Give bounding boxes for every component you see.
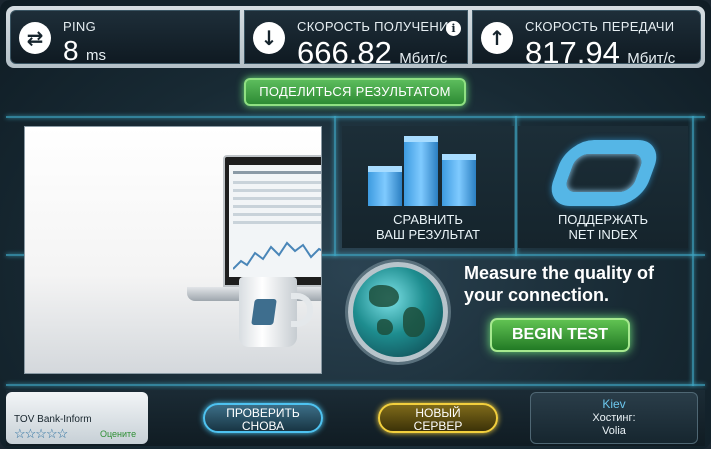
globe-land [403, 307, 425, 337]
stock-chart-graphic [233, 241, 321, 270]
bar-graphic [368, 166, 402, 206]
grid-line [515, 116, 517, 256]
exchange-arrows-icon: ⇄ [19, 22, 51, 54]
upload-arrow-icon: ↑ [481, 22, 513, 54]
globe-icon[interactable] [348, 262, 448, 362]
ping-label: PING [63, 19, 96, 34]
new-server-line2: СЕРВЕР [413, 419, 463, 433]
rating-stars-icon[interactable]: ☆☆☆☆☆ [14, 426, 68, 442]
download-number: 666.82 [297, 35, 392, 70]
upload-panel: ↑ СКОРОСТЬ ПЕРЕДАЧИ 817.94 Мбит/с [472, 10, 701, 70]
upload-label: СКОРОСТЬ ПЕРЕДАЧИ [525, 19, 675, 34]
screen-row [233, 189, 321, 192]
isp-panel: TOV Bank-Inform ☆☆☆☆☆ Оцените [6, 392, 148, 444]
compare-line1: СРАВНИТЬ [393, 212, 463, 227]
download-arrow-icon: ↓ [253, 22, 285, 54]
rate-link[interactable]: Оцените [100, 429, 136, 439]
compare-line2: ВАШ РЕЗУЛЬТАТ [376, 227, 480, 242]
promo-line2: your connection. [464, 285, 610, 305]
net-index-loop-icon [543, 140, 665, 206]
ping-number: 8 [63, 35, 79, 66]
promo-text: Measure the quality of your connection. [464, 262, 694, 306]
host-name: Volia [602, 425, 626, 437]
bar-graphic [442, 154, 476, 206]
support-netindex-tile[interactable]: ПОДДЕРЖАТЬ NET INDEX [518, 126, 688, 248]
share-result-button[interactable]: ПОДЕЛИТЬСЯ РЕЗУЛЬТАТОМ [244, 78, 466, 106]
download-value: 666.82 Мбит/с [297, 35, 447, 71]
globe-land [369, 285, 399, 307]
ping-panel: ⇄ PING 8 ms [10, 10, 240, 67]
screen-row [233, 171, 321, 174]
upload-unit: Мбит/с [627, 50, 676, 67]
screen-row [233, 181, 321, 184]
upload-number: 817.94 [525, 35, 620, 70]
grid-line [6, 384, 705, 386]
compare-result-tile[interactable]: СРАВНИТЬ ВАШ РЕЗУЛЬТАТ [342, 126, 514, 248]
begin-test-button[interactable]: BEGIN TEST [490, 318, 630, 352]
promo-line1: Measure the quality of [464, 263, 655, 283]
support-line1: ПОДДЕРЖАТЬ [557, 212, 649, 227]
support-label: ПОДДЕРЖАТЬ NET INDEX [518, 212, 688, 242]
retest-line2: СНОВА [241, 419, 285, 433]
screen-row [233, 205, 321, 208]
bar-graphic [404, 136, 438, 206]
grid-line [6, 116, 705, 118]
download-panel: ↓ СКОРОСТЬ ПОЛУЧЕНИЯ i 666.82 Мбит/с [244, 10, 468, 70]
retest-button[interactable]: ПРОВЕРИТЬ СНОВА [203, 403, 323, 433]
screen-row [233, 213, 321, 216]
host-city: Kiev [602, 397, 626, 411]
grid-line [692, 116, 694, 386]
brand-logo-icon [251, 299, 277, 325]
download-unit: Мбит/с [399, 50, 448, 67]
ping-value: 8 ms [63, 35, 106, 67]
laptop-image [223, 155, 321, 287]
info-icon[interactable]: i [446, 21, 461, 36]
screen-row [233, 221, 321, 224]
advertisement-banner[interactable] [24, 126, 322, 374]
host-label: Хостинг: [592, 412, 636, 424]
compare-result-label: СРАВНИТЬ ВАШ РЕЗУЛЬТАТ [342, 212, 514, 242]
support-line2: NET INDEX [568, 227, 638, 242]
globe-land [377, 319, 393, 335]
mug-image [239, 277, 297, 347]
isp-name: TOV Bank-Inform [14, 414, 92, 425]
results-bar: ⇄ PING 8 ms ↓ СКОРОСТЬ ПОЛУЧЕНИЯ i 666.8… [6, 6, 705, 70]
speedtest-app: ⇄ PING 8 ms ↓ СКОРОСТЬ ПОЛУЧЕНИЯ i 666.8… [0, 0, 711, 449]
laptop-screen [229, 165, 321, 277]
screen-row [233, 197, 321, 200]
ping-unit: ms [86, 47, 107, 64]
new-server-button[interactable]: НОВЫЙ СЕРВЕР [378, 403, 498, 433]
upload-value: 817.94 Мбит/с [525, 35, 675, 71]
download-label: СКОРОСТЬ ПОЛУЧЕНИЯ [297, 19, 459, 34]
grid-line [334, 116, 336, 256]
host-panel: Kiev Хостинг: Volia [530, 392, 698, 444]
